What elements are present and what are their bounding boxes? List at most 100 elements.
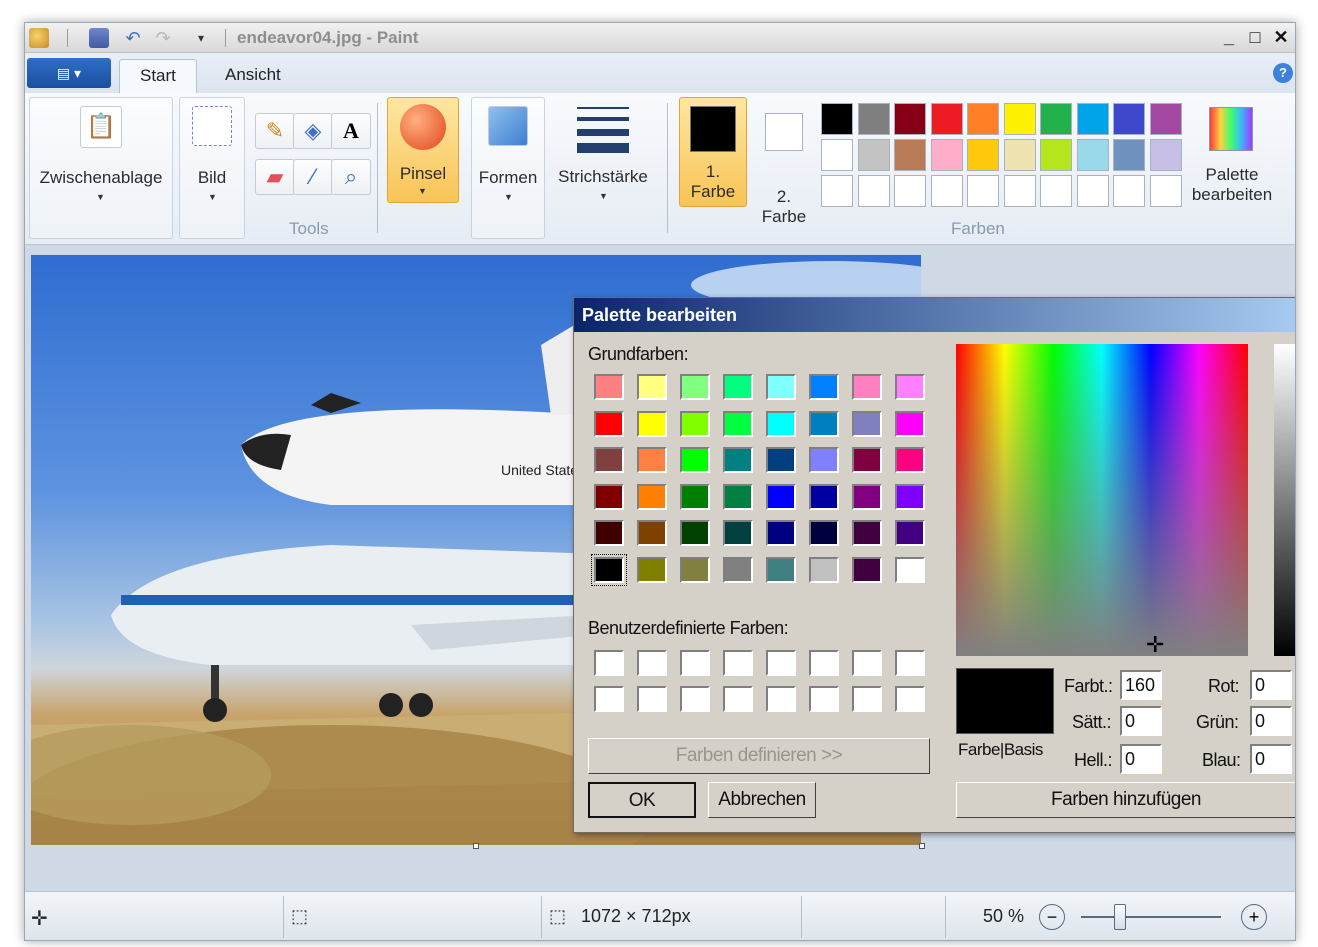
basic-color-swatch[interactable] xyxy=(852,374,882,400)
basic-color-swatch[interactable] xyxy=(766,410,796,437)
shapes-button[interactable]: Formen ▼ xyxy=(471,97,545,239)
basic-color-swatch[interactable] xyxy=(723,374,753,400)
palette-swatch[interactable] xyxy=(967,103,999,135)
basic-color-swatch[interactable] xyxy=(809,520,839,547)
zoom-slider-thumb[interactable] xyxy=(1113,904,1126,930)
palette-swatch[interactable] xyxy=(821,103,853,135)
customize-quick-access-icon[interactable]: ▾ xyxy=(191,28,211,48)
custom-color-swatch[interactable] xyxy=(723,686,753,712)
basic-color-swatch[interactable] xyxy=(766,520,796,547)
custom-color-swatch[interactable] xyxy=(680,686,710,712)
custom-color-swatch[interactable] xyxy=(766,686,796,712)
basic-color-swatch[interactable] xyxy=(852,520,882,547)
palette-swatch[interactable] xyxy=(1040,103,1072,135)
custom-color-swatch[interactable] xyxy=(680,650,710,676)
luminance-field[interactable]: 0 xyxy=(1120,744,1162,774)
basic-color-swatch[interactable] xyxy=(895,557,925,583)
basic-color-swatch[interactable] xyxy=(895,447,925,474)
green-field[interactable]: 0 xyxy=(1250,706,1292,736)
basic-color-swatch[interactable] xyxy=(723,410,753,437)
tab-start[interactable]: Start xyxy=(119,59,197,93)
basic-color-swatch[interactable] xyxy=(809,374,839,400)
palette-swatch[interactable] xyxy=(1003,103,1036,135)
palette-swatch[interactable] xyxy=(857,103,890,135)
basic-color-swatch[interactable] xyxy=(637,520,667,547)
palette-swatch[interactable] xyxy=(857,139,890,171)
ok-button[interactable]: OK xyxy=(588,782,696,818)
palette-empty-slot[interactable] xyxy=(821,175,853,207)
basic-color-swatch[interactable] xyxy=(680,557,710,583)
basic-color-swatch[interactable] xyxy=(852,447,882,474)
palette-swatch[interactable] xyxy=(894,139,926,171)
maximize-icon[interactable]: □ xyxy=(1243,26,1267,48)
palette-empty-slot[interactable] xyxy=(1076,175,1109,207)
zoom-slider-track[interactable] xyxy=(1081,916,1221,918)
basic-color-swatch[interactable] xyxy=(591,554,627,586)
magnifier-icon[interactable]: ⌕ xyxy=(331,159,371,195)
palette-swatch[interactable] xyxy=(930,139,963,171)
basic-color-swatch[interactable] xyxy=(809,410,839,437)
custom-color-swatch[interactable] xyxy=(637,650,667,676)
undo-icon[interactable]: ↶ xyxy=(123,28,143,48)
help-icon[interactable]: ? xyxy=(1273,63,1293,83)
palette-swatch[interactable] xyxy=(1149,139,1182,171)
basic-color-swatch[interactable] xyxy=(809,447,839,474)
palette-swatch[interactable] xyxy=(821,139,853,171)
palette-swatch[interactable] xyxy=(1003,139,1036,171)
paint-app-icon[interactable] xyxy=(29,28,49,48)
palette-empty-slot[interactable] xyxy=(1003,175,1036,207)
basic-color-swatch[interactable] xyxy=(637,557,667,583)
palette-empty-slot[interactable] xyxy=(857,175,890,207)
basic-color-swatch[interactable] xyxy=(723,520,753,547)
custom-color-swatch[interactable] xyxy=(852,650,882,676)
minimize-icon[interactable]: _ xyxy=(1217,26,1241,48)
palette-empty-slot[interactable] xyxy=(1040,175,1072,207)
zoom-in-icon[interactable]: + xyxy=(1241,904,1267,930)
basic-color-swatch[interactable] xyxy=(852,483,882,510)
fill-icon[interactable]: ◈ xyxy=(293,113,333,149)
define-colors-button[interactable]: Farben definieren >> xyxy=(588,738,930,774)
custom-color-swatch[interactable] xyxy=(809,650,839,676)
basic-color-swatch[interactable] xyxy=(895,520,925,547)
basic-color-swatch[interactable] xyxy=(895,410,925,437)
redo-icon[interactable]: ↷ xyxy=(153,28,173,48)
red-field[interactable]: 0 xyxy=(1250,670,1292,700)
basic-color-swatch[interactable] xyxy=(766,557,796,583)
custom-color-swatch[interactable] xyxy=(766,650,796,676)
custom-color-swatch[interactable] xyxy=(594,650,624,676)
palette-swatch[interactable] xyxy=(1149,103,1182,135)
app-menu-button[interactable]: ▤ ▾ xyxy=(27,58,111,88)
basic-color-swatch[interactable] xyxy=(594,410,624,437)
basic-color-swatch[interactable] xyxy=(723,483,753,510)
custom-color-swatch[interactable] xyxy=(895,686,925,712)
basic-color-swatch[interactable] xyxy=(766,483,796,510)
basic-color-swatch[interactable] xyxy=(680,447,710,474)
basic-color-swatch[interactable] xyxy=(809,557,839,583)
basic-color-swatch[interactable] xyxy=(594,374,624,400)
palette-swatch[interactable] xyxy=(1076,103,1109,135)
save-icon[interactable] xyxy=(89,28,109,48)
basic-color-swatch[interactable] xyxy=(680,483,710,510)
palette-swatch[interactable] xyxy=(1113,103,1145,135)
basic-color-swatch[interactable] xyxy=(637,483,667,510)
basic-color-swatch[interactable] xyxy=(895,374,925,400)
custom-color-swatch[interactable] xyxy=(852,686,882,712)
custom-color-swatch[interactable] xyxy=(594,686,624,712)
basic-color-swatch[interactable] xyxy=(680,410,710,437)
clipboard-group[interactable]: 📋 Zwischenablage ▼ xyxy=(29,97,173,239)
palette-swatch[interactable] xyxy=(894,103,926,135)
basic-color-swatch[interactable] xyxy=(594,520,624,547)
custom-color-swatch[interactable] xyxy=(637,686,667,712)
basic-color-swatch[interactable] xyxy=(594,483,624,510)
luminance-slider[interactable] xyxy=(1274,344,1295,656)
basic-color-swatch[interactable] xyxy=(637,447,667,474)
basic-color-swatch[interactable] xyxy=(637,410,667,437)
palette-empty-slot[interactable] xyxy=(967,175,999,207)
saturation-field[interactable]: 0 xyxy=(1120,706,1162,736)
basic-color-swatch[interactable] xyxy=(809,483,839,510)
palette-empty-slot[interactable] xyxy=(1113,175,1145,207)
basic-color-swatch[interactable] xyxy=(637,374,667,400)
basic-color-swatch[interactable] xyxy=(680,374,710,400)
basic-color-swatch[interactable] xyxy=(594,447,624,474)
eraser-icon[interactable]: ▰ xyxy=(255,159,295,195)
